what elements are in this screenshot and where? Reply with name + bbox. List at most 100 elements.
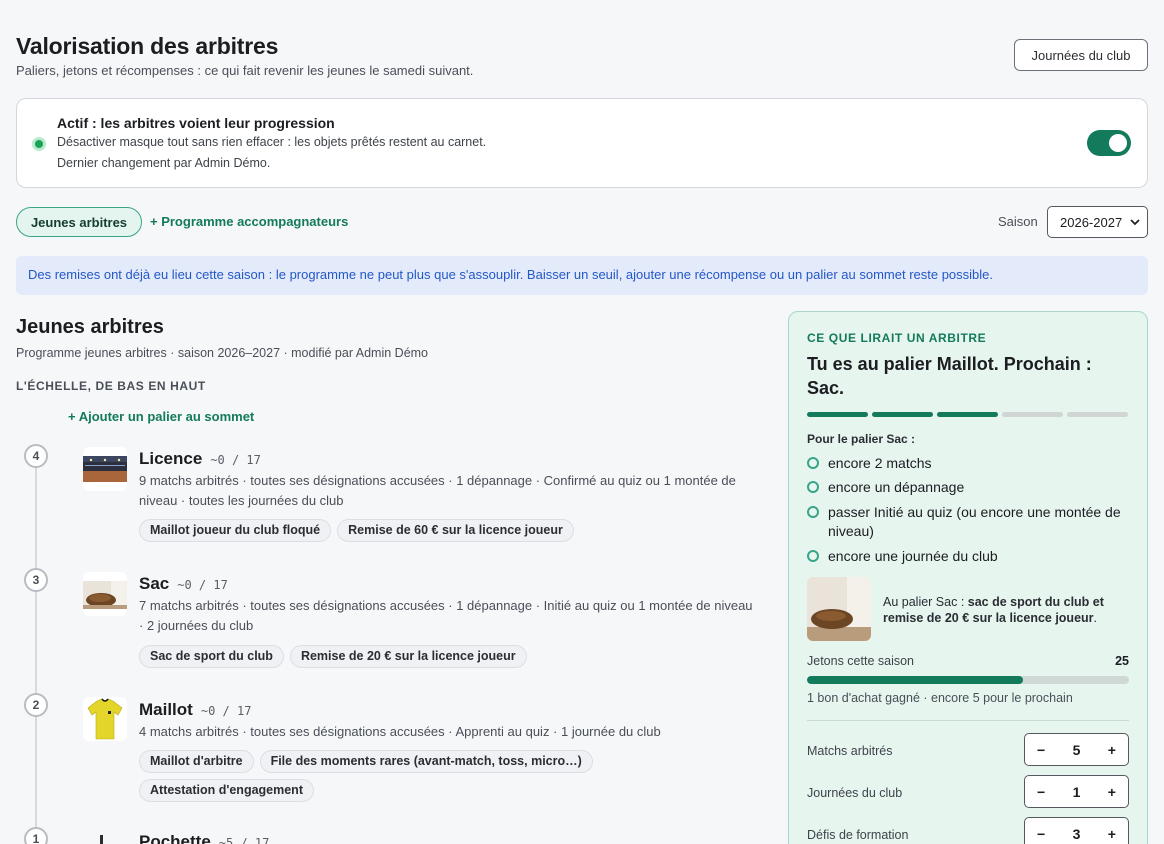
tier-name-maillot: Maillot ~0 / 17 bbox=[139, 700, 251, 720]
plus-button[interactable]: + bbox=[1108, 742, 1116, 758]
stat-label-journees: Journées du club bbox=[807, 786, 903, 800]
reward-chip: Maillot joueur du club floqué bbox=[139, 519, 332, 542]
tier-step-2: 2 bbox=[24, 693, 48, 717]
stat-label-matchs: Matchs arbitrés bbox=[807, 744, 893, 758]
reward-chip: Remise de 60 € sur la licence joueur bbox=[337, 519, 574, 542]
tier-rewards-maillot-row2: Attestation d'engagement bbox=[139, 779, 320, 802]
reward-chip: Remise de 20 € sur la licence joueur bbox=[289, 645, 527, 668]
plus-button[interactable]: + bbox=[1108, 784, 1116, 800]
defis-stepper: − 3 + bbox=[1024, 817, 1129, 844]
minus-button[interactable]: − bbox=[1037, 826, 1045, 842]
reward-prefix: Au palier Sac : bbox=[883, 595, 968, 609]
panel-title: Tu es au palier Maillot. Prochain : Sac. bbox=[807, 354, 1092, 398]
stat-label-defis: Défis de formation bbox=[807, 828, 909, 842]
tokens-note: 1 bon d'achat gagné · encore 5 pour le p… bbox=[807, 691, 1073, 705]
tier-step-1: 1 bbox=[24, 827, 48, 844]
tier-name-licence: Licence ~0 / 17 bbox=[139, 449, 261, 469]
page-subtitle: Paliers, jetons et récompenses : ce qui … bbox=[16, 63, 474, 78]
criteria-text: passer Initié au quiz (ou encore une mon… bbox=[828, 504, 1121, 539]
tier-desc-maillot: 4 matchs arbitrés · toutes ses désignati… bbox=[139, 724, 661, 739]
tokens-label: Jetons cette saison bbox=[807, 654, 915, 668]
tier-rewards-licence: Maillot joueur du club floqué Remise de 6… bbox=[139, 519, 580, 542]
reward-chip: Maillot d'arbitre bbox=[139, 750, 254, 773]
reward-suffix: . bbox=[1093, 611, 1098, 625]
criteria-item: encore une journée du club bbox=[807, 547, 1137, 566]
reward-description: Au palier Sac : sac de sport du club et … bbox=[883, 594, 1128, 626]
stepper-value: 5 bbox=[1072, 741, 1081, 758]
ladder-meta: Programme jeunes arbitres · saison 2026–… bbox=[16, 346, 429, 360]
minus-button[interactable]: − bbox=[1037, 784, 1045, 800]
tier-count: ~5 / 17 bbox=[218, 836, 270, 844]
active-status-card: Actif : les arbitres voient leur progres… bbox=[16, 98, 1148, 188]
circle-icon bbox=[807, 481, 819, 493]
criteria-item: encore 2 matchs bbox=[807, 454, 1137, 473]
progress-segment bbox=[872, 412, 933, 417]
tier-desc-sac: 7 matchs arbitrés · toutes ses désignati… bbox=[139, 598, 753, 633]
season-select[interactable]: 2026-2027 bbox=[1047, 206, 1148, 238]
criteria-text: encore 2 matchs bbox=[828, 455, 932, 471]
criteria-item: passer Initié au quiz (ou encore une mon… bbox=[807, 503, 1137, 541]
circle-icon bbox=[807, 506, 819, 518]
reward-image-sac bbox=[807, 577, 871, 641]
season-notice: Des remises ont déjà eu lieu cette saiso… bbox=[16, 256, 1148, 295]
add-program-accompagnateurs-link[interactable]: + Programme accompagnateurs bbox=[150, 214, 348, 229]
tier-count: ~0 / 17 bbox=[210, 453, 261, 467]
ladder-line bbox=[35, 456, 37, 844]
active-description: Désactiver masque tout sans rien effacer… bbox=[57, 135, 487, 149]
tier-step-3: 3 bbox=[24, 568, 48, 592]
reward-chip: Sac de sport du club bbox=[139, 645, 284, 668]
referee-preview-panel: CE QUE LIRAIT UN ARBITRE Tu es au palier… bbox=[788, 311, 1148, 844]
tier-image-pochette bbox=[100, 835, 103, 844]
tier-rewards-sac: Sac de sport du club Remise de 20 € sur l… bbox=[139, 645, 533, 668]
club-days-button[interactable]: Journées du club bbox=[1014, 39, 1148, 71]
season-selected-value: 2026-2027 bbox=[1060, 214, 1123, 230]
tokens-value: 25 bbox=[1115, 654, 1129, 668]
tier-image-licence bbox=[83, 447, 127, 491]
status-dot-icon bbox=[32, 137, 46, 151]
criteria-text: encore une journée du club bbox=[828, 548, 998, 564]
season-label: Saison bbox=[998, 214, 1038, 229]
tier-image-maillot bbox=[83, 697, 127, 741]
chevron-down-icon bbox=[1129, 216, 1141, 231]
matchs-stepper: − 5 + bbox=[1024, 733, 1129, 766]
page-title: Valorisation des arbitres bbox=[16, 33, 279, 59]
active-meta: Dernier changement par Admin Démo. bbox=[57, 156, 271, 170]
tier-name-label: Maillot bbox=[139, 700, 193, 719]
tab-jeunes-arbitres[interactable]: Jeunes arbitres bbox=[16, 207, 142, 237]
circle-icon bbox=[807, 457, 819, 469]
journees-stepper: − 1 + bbox=[1024, 775, 1129, 808]
criteria-item: encore un dépannage bbox=[807, 478, 1137, 497]
reward-chip: Attestation d'engagement bbox=[139, 779, 314, 802]
tier-name-sac: Sac ~0 / 17 bbox=[139, 574, 228, 594]
progress-segment bbox=[1002, 412, 1063, 417]
ladder-caption: L'ÉCHELLE, DE BAS EN HAUT bbox=[16, 379, 206, 393]
tier-name-label: Pochette bbox=[139, 832, 211, 844]
progress-segment bbox=[937, 412, 998, 417]
tier-name-label: Licence bbox=[139, 449, 203, 468]
add-top-tier-link[interactable]: + Ajouter un palier au sommet bbox=[68, 409, 254, 424]
tier-count: ~0 / 17 bbox=[177, 578, 228, 592]
tier-name-pochette: Pochette ~5 / 17 bbox=[139, 832, 269, 844]
tier-rewards-maillot: Maillot d'arbitre File des moments rares … bbox=[139, 750, 599, 773]
progress-segment bbox=[807, 412, 868, 417]
tier-count: ~0 / 17 bbox=[200, 704, 252, 718]
panel-kicker: CE QUE LIRAIT UN ARBITRE bbox=[807, 331, 987, 345]
tier-step-4: 4 bbox=[24, 444, 48, 468]
tokens-progress-fill bbox=[807, 676, 1023, 684]
progress-segment bbox=[1067, 412, 1128, 417]
tier-image-sac bbox=[83, 572, 127, 616]
minus-button[interactable]: − bbox=[1037, 742, 1045, 758]
tier-desc-licence: 9 matchs arbitrés · toutes ses désignati… bbox=[139, 473, 736, 508]
circle-icon bbox=[807, 550, 819, 562]
reward-chip: File des moments rares (avant-match, tos… bbox=[259, 750, 593, 773]
stepper-value: 3 bbox=[1072, 825, 1081, 842]
panel-divider bbox=[807, 720, 1129, 721]
ladder-title: Jeunes arbitres bbox=[16, 316, 164, 338]
plus-button[interactable]: + bbox=[1108, 826, 1116, 842]
tier-name-label: Sac bbox=[139, 574, 170, 593]
progress-visibility-toggle[interactable] bbox=[1087, 130, 1131, 156]
stepper-value: 1 bbox=[1072, 783, 1081, 800]
active-title: Actif : les arbitres voient leur progres… bbox=[57, 115, 335, 131]
criteria-text: encore un dépannage bbox=[828, 479, 965, 495]
tokens-progress-track bbox=[807, 676, 1129, 684]
